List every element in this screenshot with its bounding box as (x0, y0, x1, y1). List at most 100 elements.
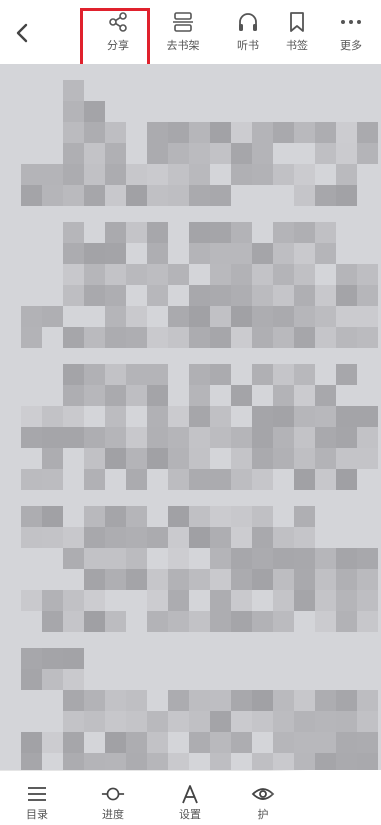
mosaic-tile (273, 569, 294, 590)
mosaic-tile (105, 406, 126, 427)
mosaic-tile (357, 327, 378, 348)
mosaic-tile (210, 427, 231, 448)
mosaic-tile (231, 448, 252, 469)
mosaic-tile (168, 406, 189, 427)
mosaic-tile (252, 122, 273, 143)
mosaic-tile (126, 164, 147, 185)
mosaic-tile (63, 101, 84, 122)
mosaic-tile (126, 222, 147, 243)
mosaic-tile (231, 590, 252, 611)
mosaic-tile (210, 406, 231, 427)
mosaic-tile (168, 569, 189, 590)
mosaic-tile (168, 427, 189, 448)
mosaic-tile (336, 690, 357, 711)
bookmark-label: 书签 (286, 39, 308, 52)
back-button[interactable] (8, 18, 36, 48)
headphones-icon (236, 10, 260, 34)
mosaic-tile (189, 427, 210, 448)
mosaic-tile (273, 427, 294, 448)
mosaic-tile (21, 306, 42, 327)
mosaic-tile (252, 548, 273, 569)
mosaic-tile (294, 264, 315, 285)
mosaic-tile (273, 222, 294, 243)
mosaic-tile (336, 122, 357, 143)
mosaic-tile (84, 185, 105, 206)
progress-label: 进度 (102, 808, 124, 821)
mosaic-tile (84, 327, 105, 348)
menu-icon (25, 783, 49, 805)
mosaic-tile (84, 101, 105, 122)
mosaic-tile (63, 406, 84, 427)
mosaic-tile (84, 711, 105, 732)
mosaic-tile (42, 590, 63, 611)
mosaic-tile (42, 611, 63, 632)
mosaic-tile (231, 506, 252, 527)
progress-button[interactable]: 进度 (88, 783, 138, 823)
mosaic-tile (63, 590, 84, 611)
mosaic-tile (336, 364, 357, 385)
mosaic-tile (315, 548, 336, 569)
mosaic-tile (336, 306, 357, 327)
mosaic-tile (294, 690, 315, 711)
mosaic-tile (210, 285, 231, 306)
mosaic-tile (315, 285, 336, 306)
mosaic-tile (105, 448, 126, 469)
mosaic-tile (189, 506, 210, 527)
mosaic-tile (273, 285, 294, 306)
bookmark-icon (285, 10, 309, 34)
toc-button[interactable]: 目录 (12, 783, 62, 823)
mosaic-tile (84, 569, 105, 590)
mosaic-tile (273, 611, 294, 632)
mosaic-tile (105, 364, 126, 385)
mosaic-tile (252, 506, 273, 527)
mosaic-tile (336, 448, 357, 469)
mosaic-tile (252, 243, 273, 264)
mosaic-tile (21, 427, 42, 448)
mosaic-tile (21, 327, 42, 348)
listen-button[interactable]: 听书 (223, 10, 273, 60)
mosaic-tile (168, 469, 189, 490)
mosaic-tile (168, 164, 189, 185)
mosaic-tile (105, 427, 126, 448)
mosaic-tile (126, 753, 147, 770)
share-highlight-box (80, 8, 150, 72)
mosaic-tile (42, 648, 63, 669)
mosaic-tile (294, 364, 315, 385)
mosaic-tile (168, 590, 189, 611)
mosaic-tile (357, 448, 378, 469)
mosaic-tile (357, 285, 378, 306)
bookshelf-button[interactable]: 去书架 (158, 10, 208, 60)
mosaic-tile (126, 548, 147, 569)
mosaic-tile (210, 506, 231, 527)
mosaic-tile (252, 364, 273, 385)
mosaic-tile (168, 448, 189, 469)
mosaic-tile (273, 264, 294, 285)
mosaic-tile (147, 143, 168, 164)
more-button[interactable]: 更多 (326, 10, 376, 60)
mosaic-tile (315, 611, 336, 632)
mosaic-tile (210, 548, 231, 569)
mosaic-tile (252, 427, 273, 448)
mosaic-tile (315, 143, 336, 164)
mosaic-tile (210, 611, 231, 632)
mosaic-tile (315, 690, 336, 711)
settings-button[interactable]: 设置 (165, 783, 215, 823)
mosaic-tile (273, 753, 294, 770)
bottom-right-fade (268, 770, 381, 824)
mosaic-tile (42, 448, 63, 469)
reading-content-area[interactable] (0, 64, 381, 770)
mosaic-tile (273, 590, 294, 611)
mosaic-tile (231, 306, 252, 327)
mosaic-tile (357, 143, 378, 164)
mosaic-tile (63, 548, 84, 569)
mosaic-tile (168, 122, 189, 143)
mosaic-tile (231, 222, 252, 243)
mosaic-tile (336, 590, 357, 611)
mosaic-tile (84, 469, 105, 490)
mosaic-tile (168, 753, 189, 770)
bookmark-button[interactable]: 书签 (272, 10, 322, 60)
mosaic-tile (105, 732, 126, 753)
mosaic-tile (105, 285, 126, 306)
mosaic-tile (105, 143, 126, 164)
mosaic-tile (105, 243, 126, 264)
